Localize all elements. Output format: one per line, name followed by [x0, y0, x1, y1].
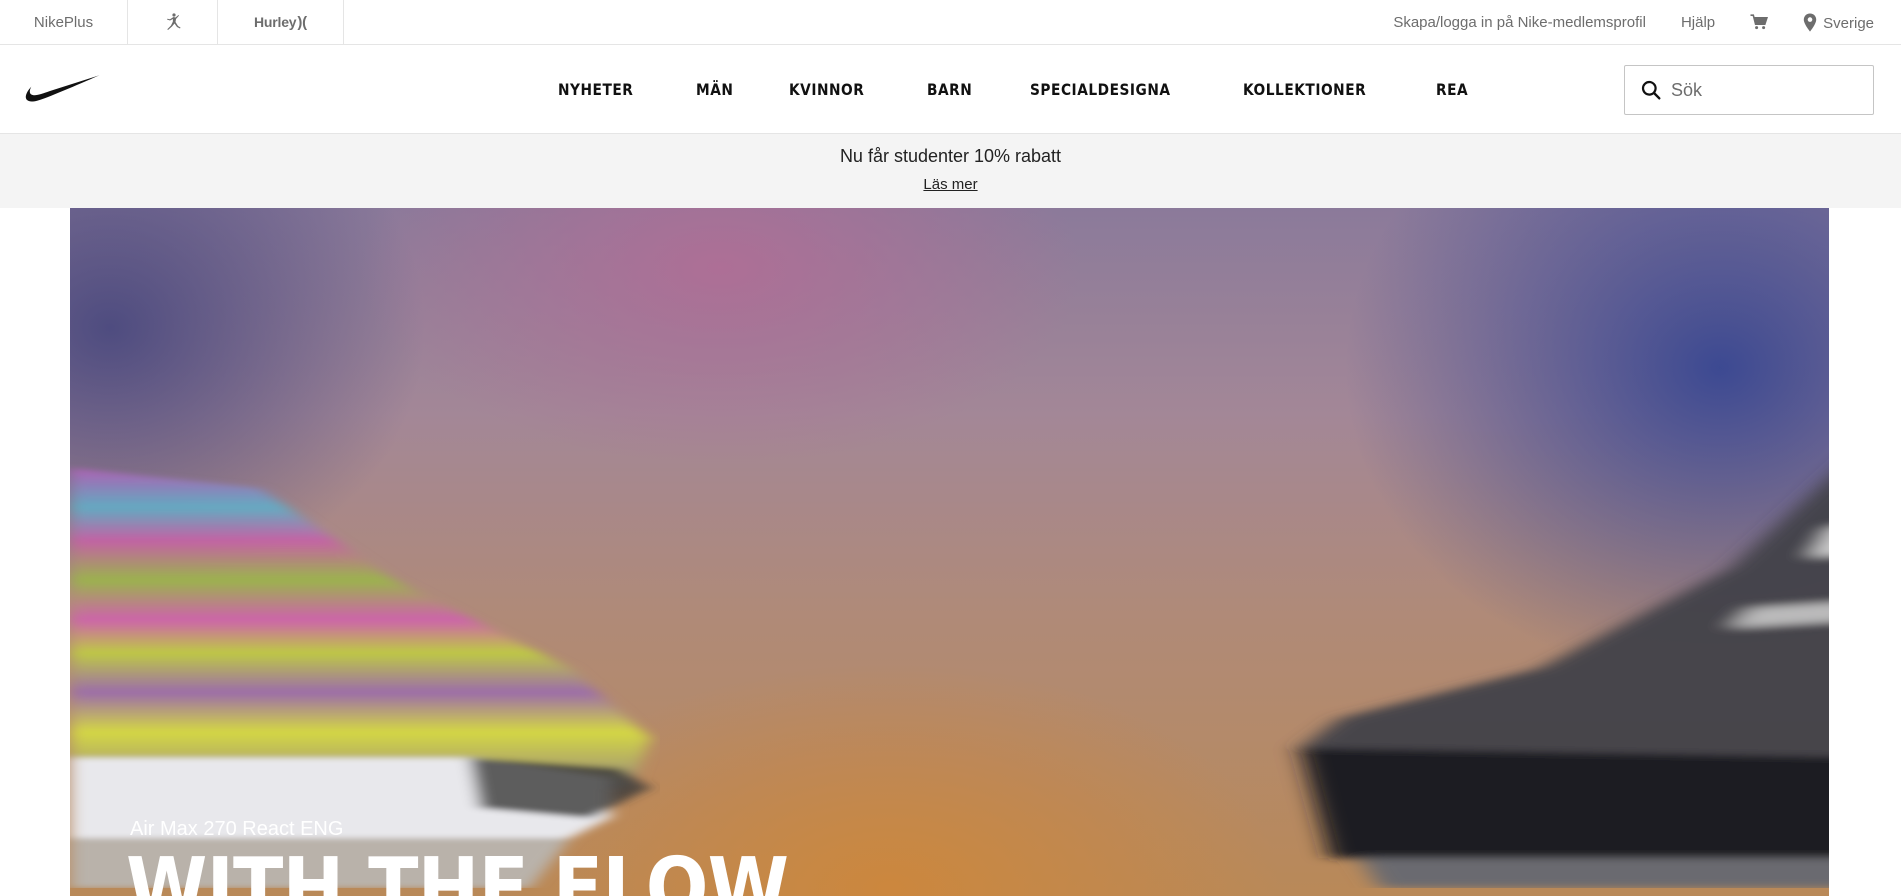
- nav-item-nyheter[interactable]: NYHETER: [558, 80, 633, 99]
- brand-links: NikePlus Hurley)(: [0, 0, 344, 44]
- promo-banner: Nu får studenter 10% rabatt Läs mer: [0, 134, 1901, 208]
- nav-item-barn[interactable]: BARN: [927, 80, 972, 99]
- hurley-logo-icon: Hurley: [254, 14, 297, 30]
- nav-item-kollektioner[interactable]: KOLLEKTIONER: [1243, 80, 1366, 99]
- country-selector[interactable]: Sverige: [1803, 13, 1874, 32]
- search-input[interactable]: [1671, 79, 1861, 101]
- nikeplus-link[interactable]: NikePlus: [0, 0, 128, 44]
- nike-swoosh-logo: [25, 75, 100, 102]
- jordan-link[interactable]: [128, 0, 218, 44]
- nav-item-kvinnor[interactable]: KVINNOR: [789, 80, 864, 99]
- nav-item-rea[interactable]: REA: [1436, 80, 1468, 99]
- primary-menu: NYHETER MÄN KVINNOR BARN SPECIALDESIGNA …: [558, 45, 1474, 134]
- nav-item-specialdesigna[interactable]: SPECIALDESIGNA: [1030, 80, 1171, 99]
- country-label: Sverige: [1823, 14, 1874, 32]
- promo-text: Nu får studenter 10% rabatt: [839, 146, 1062, 166]
- utility-right: Skapa/logga in på Nike-medlemsprofil Hjä…: [1393, 0, 1874, 44]
- main-nav: NYHETER MÄN KVINNOR BARN SPECIALDESIGNA …: [0, 45, 1901, 134]
- signin-link[interactable]: Skapa/logga in på Nike-medlemsprofil: [1393, 14, 1646, 31]
- utility-bar: NikePlus Hurley)( Skapa/logga in på Nike…: [0, 0, 1901, 45]
- cart-button[interactable]: [1750, 14, 1769, 30]
- help-link[interactable]: Hjälp: [1681, 14, 1715, 31]
- hero-title: WITH THE FLOW: [126, 841, 789, 896]
- search-box[interactable]: [1624, 65, 1874, 115]
- hero-subtitle: Air Max 270 React ENG: [130, 818, 344, 840]
- blurred-shoe-right: [1300, 477, 1829, 888]
- jordan-jumpman-icon: [166, 13, 180, 30]
- hurley-link[interactable]: Hurley)(: [218, 0, 344, 44]
- cart-icon: [1750, 14, 1769, 30]
- hero-banner[interactable]: Air Max 270 React ENG WITH THE FLOW: [70, 208, 1829, 896]
- search-icon[interactable]: [1641, 80, 1661, 100]
- location-pin-icon: [1803, 13, 1817, 31]
- promo-read-more-link[interactable]: Läs mer: [0, 176, 1901, 193]
- nav-item-man[interactable]: MÄN: [696, 80, 733, 99]
